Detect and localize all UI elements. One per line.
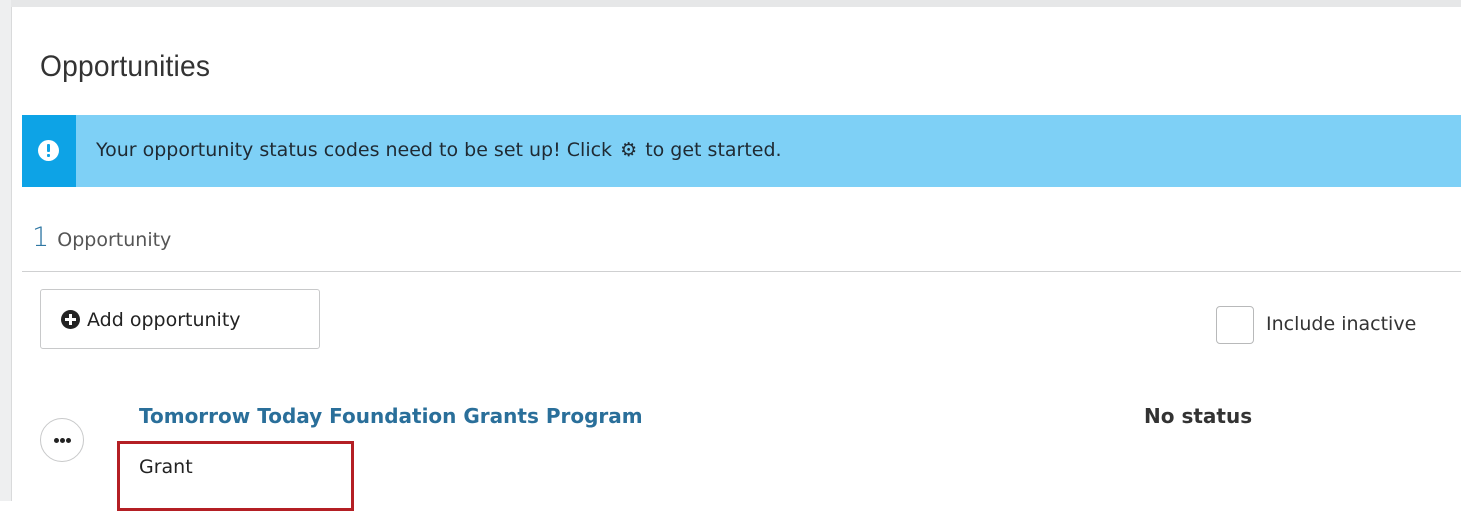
banner-message-end: to get started. [645,139,782,161]
top-band [0,0,1461,7]
left-gutter [0,0,11,501]
include-inactive-label[interactable]: Include inactive [1266,313,1416,335]
add-opportunity-label: Add opportunity [87,309,241,331]
banner-message: Your opportunity status codes need to be… [96,139,782,161]
page-title: Opportunities [40,50,211,83]
gear-icon[interactable]: ⚙ [620,139,637,161]
opportunity-name-link[interactable]: Tomorrow Today Foundation Grants Program [139,404,643,428]
opportunity-status: No status [1144,404,1253,428]
opportunity-count: 1 Opportunity [32,222,171,253]
opportunity-count-label: Opportunity [57,229,172,251]
add-opportunity-button[interactable]: Add opportunity [40,289,320,349]
banner-message-start: Your opportunity status codes need to be… [96,139,613,161]
ellipsis-icon [54,438,72,443]
info-icon [38,140,59,161]
opportunity-count-number: 1 [32,222,50,253]
setup-alert-banner: Your opportunity status codes need to be… [22,115,1461,187]
plus-circle-icon [61,310,80,329]
row-actions-button[interactable] [40,418,84,462]
section-divider [22,271,1461,272]
include-inactive-checkbox[interactable] [1216,306,1254,344]
banner-accent-strip [22,115,76,187]
